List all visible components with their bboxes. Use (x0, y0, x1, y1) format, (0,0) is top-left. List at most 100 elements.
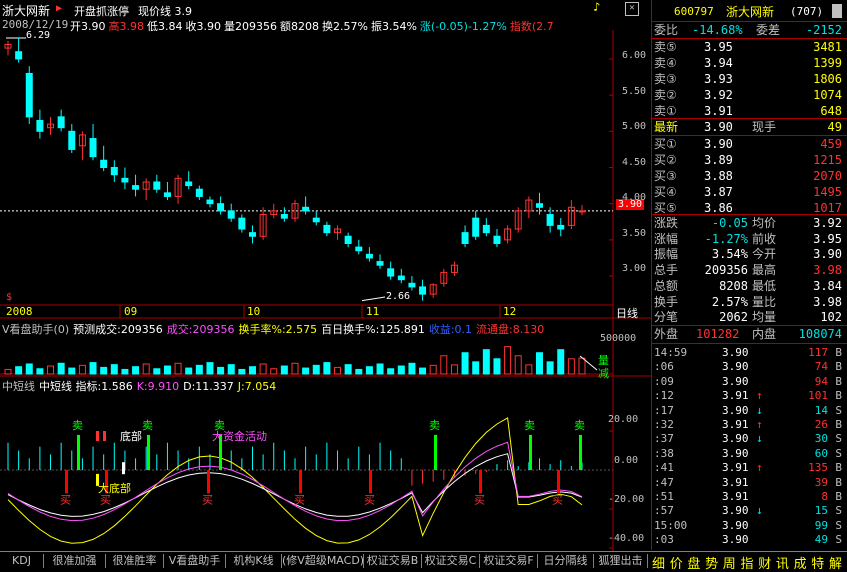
right-tab[interactable]: 周 (723, 553, 736, 572)
order-price: 3.89 (704, 152, 733, 168)
tick-volume: 49 (815, 533, 828, 547)
weicha-label: 委差 (756, 22, 780, 38)
tick-price: 3.91 (722, 461, 749, 475)
tick-time: :57 (654, 504, 674, 518)
month-label: 2008 (6, 305, 33, 318)
bottom-tab[interactable]: 权证交易C (422, 554, 480, 568)
right-tab[interactable]: 讯 (776, 553, 789, 572)
scroll-handle[interactable] (832, 4, 842, 18)
indicator-name: 开盘抓涨停 (74, 3, 129, 19)
volume-pointer (580, 356, 597, 370)
close-icon[interactable]: ✕ (625, 2, 639, 16)
bottom-tab[interactable]: 很准胜率 (106, 554, 164, 568)
candle-body (366, 254, 372, 258)
candle-body (462, 233, 468, 244)
volume-bar (505, 347, 511, 374)
order-book-row[interactable]: 卖③3.931806 (652, 71, 842, 87)
tick-volume: 15 (815, 504, 828, 518)
tick-time: :41 (654, 461, 674, 475)
sell-signal-label: 卖 (142, 419, 153, 432)
stat-label: 分笔 (654, 309, 678, 325)
month-label: 11 (366, 305, 379, 318)
candle-body (37, 120, 43, 131)
right-tab[interactable]: 势 (705, 553, 718, 572)
bottom-tab[interactable]: 狐狸出击 (594, 554, 648, 568)
tick-price: 3.90 (722, 404, 749, 418)
period-label[interactable]: 日线 (616, 305, 638, 321)
tick-row: 14:593.90117B (652, 346, 842, 360)
tick-row: :413.91↑135B (652, 461, 842, 475)
stat-label: 换手 (654, 294, 678, 310)
last-label: 最新 (654, 119, 678, 135)
order-book-row[interactable]: 卖②3.921074 (652, 87, 842, 103)
order-book-row[interactable]: 买④3.871495 (652, 184, 842, 200)
right-tab[interactable]: 特 (811, 553, 824, 572)
order-book-row[interactable]: 买③3.882070 (652, 168, 842, 184)
header-field: 换2.57% (322, 20, 368, 33)
order-book-row[interactable]: 买①3.90459 (652, 136, 842, 152)
order-book-row[interactable]: 买②3.891215 (652, 152, 842, 168)
order-price: 3.91 (704, 103, 733, 119)
bottom-tab[interactable]: 很准加强 (44, 554, 106, 568)
price-axis-label: 5.50 (622, 86, 646, 97)
order-price: 3.94 (704, 55, 733, 71)
right-tab[interactable]: 细 (652, 553, 665, 572)
volume-bar (186, 368, 192, 374)
big-bottom-annotation: 大底部 (98, 480, 131, 496)
tick-time: :38 (654, 447, 674, 461)
tick-arrow-icon: ↓ (756, 504, 763, 518)
candle-body (239, 218, 245, 229)
candle-body (388, 269, 394, 276)
bottom-tab[interactable]: 机构K线 (226, 554, 282, 568)
chart-area[interactable]: 卖卖卖卖卖卖买买买买买买买 浙大网新 ▶ 开盘抓涨停 现价线 3.9 ♪ ✕ 2… (0, 0, 651, 551)
buy-signal-label: 买 (364, 493, 375, 506)
volume-bar (58, 363, 64, 374)
right-tab[interactable]: 解 (829, 553, 842, 572)
bottom-tab[interactable]: 日分隔线 (538, 554, 594, 568)
tick-price: 3.90 (722, 504, 749, 518)
tick-volume: 99 (815, 519, 828, 533)
tick-volume: 39 (815, 476, 828, 490)
sell-signal-bar (579, 435, 582, 470)
volume-bar (175, 363, 181, 374)
candle-body (473, 218, 479, 236)
bottom-tab[interactable]: 权证交易B (364, 554, 422, 568)
price-axis-label: 3.00 (622, 263, 646, 274)
right-tab[interactable]: 价 (670, 553, 683, 572)
order-book-row[interactable]: 卖①3.91648 (652, 103, 842, 119)
bottom-tab[interactable]: KDJ (0, 554, 44, 568)
stat-label: 振幅 (654, 246, 678, 262)
candle-body (218, 204, 224, 211)
stat-row: 总额8208最低3.84 (652, 278, 842, 294)
header-field: 额8208 (280, 20, 319, 33)
candle-body (186, 182, 192, 186)
candle-body (58, 117, 64, 128)
price-axis-label: 6.00 (622, 50, 646, 61)
stock-title: 浙大网新 (2, 2, 50, 19)
buy-signal-label: 买 (202, 493, 213, 506)
tick-time: :32 (654, 418, 674, 432)
play-arrow-icon[interactable]: ▶ (56, 3, 62, 14)
bell-icon[interactable]: ♪ (593, 0, 600, 14)
order-volume: 1495 (813, 184, 842, 200)
chart-canvas[interactable]: 卖卖卖卖卖卖买买买买买买买 (0, 0, 651, 551)
right-tab[interactable]: 财 (758, 553, 771, 572)
right-tab[interactable]: 成 (794, 553, 807, 572)
order-book-row[interactable]: 卖⑤3.953481 (652, 39, 842, 55)
tick-direction: B (835, 360, 842, 374)
tick-volume: 30 (815, 432, 828, 446)
stat-value: 2.57% (694, 294, 748, 310)
bottom-tab[interactable]: V看盘助手 (164, 554, 226, 568)
right-tab[interactable]: 指 (741, 553, 754, 572)
order-book-row[interactable]: 卖④3.941399 (652, 55, 842, 71)
bottom-tab[interactable]: (修V超级MACD) (282, 554, 364, 568)
price-line-label: 现价线 3.9 (138, 3, 192, 19)
outer-label: 外盘 (654, 326, 678, 342)
bottom-tab[interactable]: 权证交易F (480, 554, 538, 568)
candle-body (281, 215, 287, 219)
order-volume: 648 (820, 103, 842, 119)
right-tab[interactable]: 盘 (687, 553, 700, 572)
tick-row: :323.91↑26B (652, 418, 842, 432)
candle-body (154, 182, 160, 189)
candle-body (303, 207, 309, 211)
